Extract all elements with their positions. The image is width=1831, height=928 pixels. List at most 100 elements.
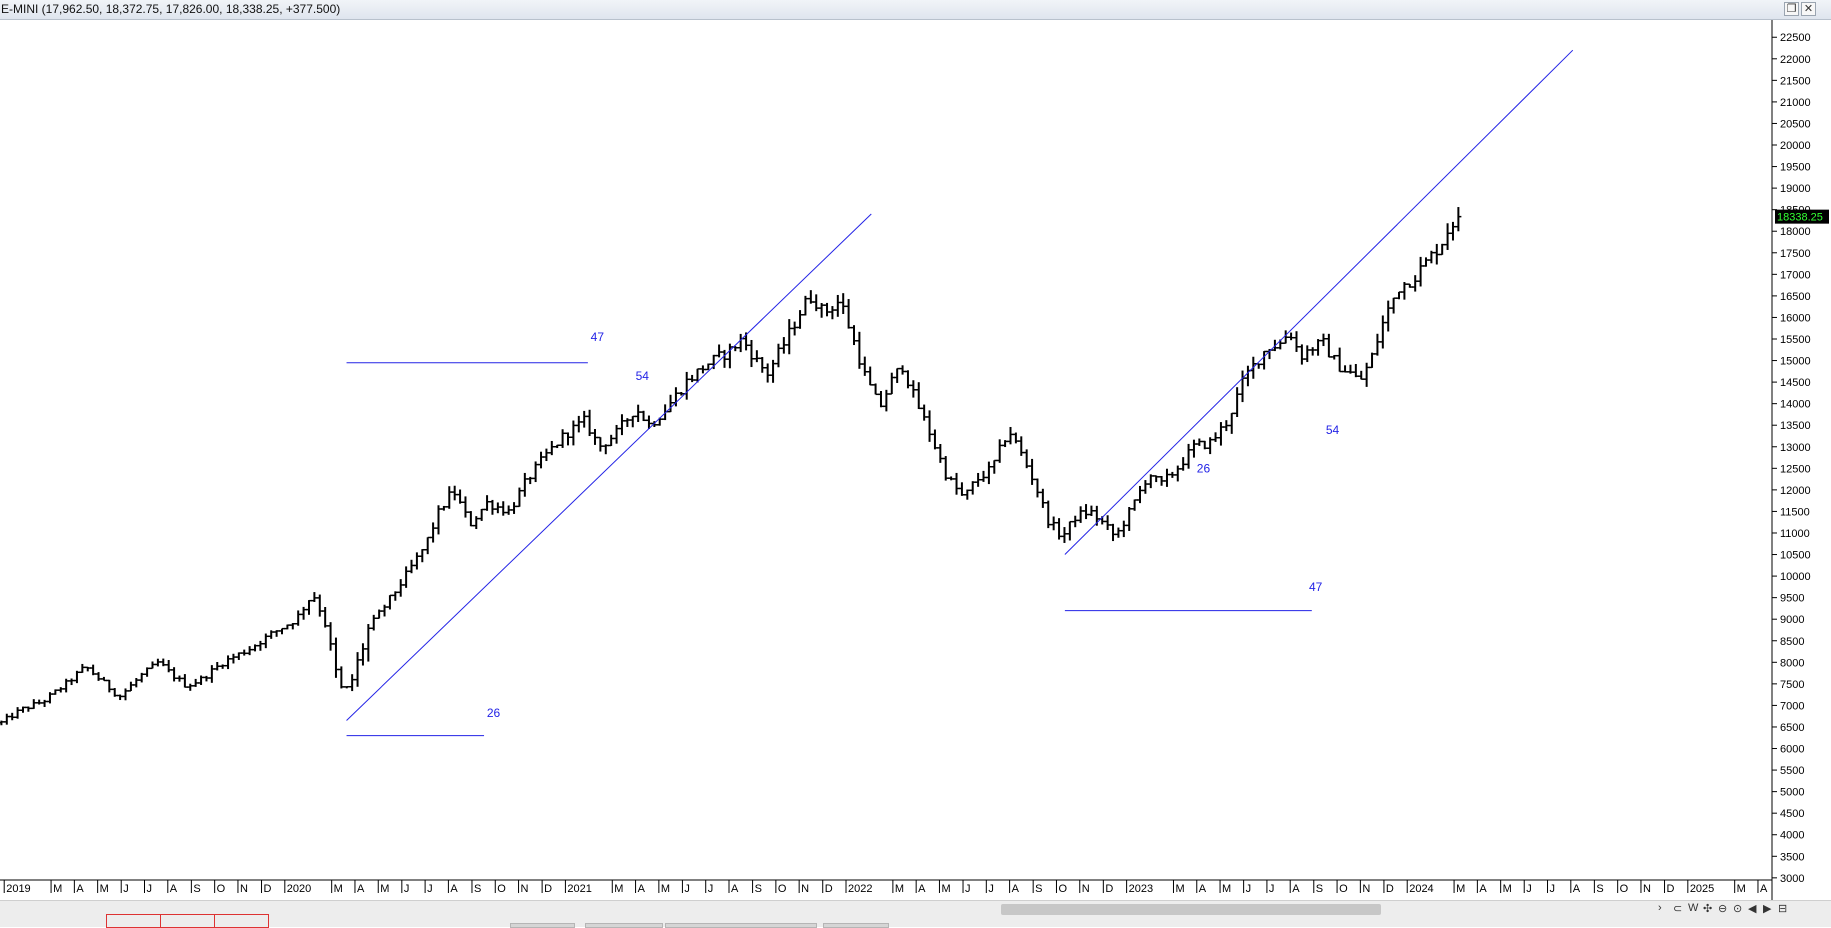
price-axis-label: 6500	[1780, 722, 1804, 734]
time-axis-label: D	[544, 883, 552, 895]
time-axis-label: A	[638, 883, 646, 895]
time-axis-label: M	[334, 883, 343, 895]
price-axis-label: 7500	[1780, 679, 1804, 691]
toolbar-tab-1[interactable]	[510, 923, 575, 928]
time-axis-label: M	[1456, 883, 1465, 895]
time-axis-label: 2023	[1129, 883, 1153, 895]
chart-nav-control[interactable]: ›	[1658, 902, 1662, 914]
time-axis-label: D	[264, 883, 272, 895]
price-axis-label: 5000	[1780, 787, 1804, 799]
price-chart[interactable]: 3000 3500 4000 4500 5000 5500 6000 6500 7000 7500…	[0, 20, 1831, 900]
price-axis-label: 16500	[1780, 291, 1811, 303]
sheet-tab-3[interactable]	[214, 914, 269, 928]
time-axis-label: S	[474, 883, 481, 895]
last-price-label: 18338.25	[1777, 212, 1823, 224]
time-axis-label: J	[988, 883, 994, 895]
toolbar-tab-4[interactable]	[823, 923, 889, 928]
time-axis-label: O	[1339, 883, 1348, 895]
price-axis-label: 22000	[1780, 54, 1811, 66]
price-axis-label: 11000	[1780, 528, 1810, 540]
price-axis-label: 20500	[1780, 118, 1811, 130]
toolbar-tab-2[interactable]	[585, 923, 663, 928]
chart-nav-control[interactable]: ⊖	[1718, 902, 1727, 915]
time-axis-label: 2025	[1690, 883, 1714, 895]
time-axis-label: M	[1175, 883, 1184, 895]
cycle-count-annotation: 26	[487, 706, 501, 720]
time-axis-label: J	[1526, 883, 1532, 895]
time-axis-label: J	[1246, 883, 1252, 895]
time-axis-label: D	[1667, 883, 1675, 895]
price-axis-label: 15000	[1780, 356, 1811, 368]
price-axis-label: 14000	[1780, 399, 1811, 411]
time-axis-label: J	[1269, 883, 1275, 895]
time-axis-label: O	[1058, 883, 1067, 895]
price-axis-label: 3500	[1780, 851, 1804, 863]
price-axis-label: 19500	[1780, 162, 1811, 174]
time-axis-label: A	[731, 883, 739, 895]
time-axis-label: N	[240, 883, 248, 895]
time-axis-label: 2024	[1409, 883, 1433, 895]
cycle-count-annotation: 54	[636, 369, 650, 383]
time-axis-label: A	[1479, 883, 1487, 895]
price-axis-label: 10500	[1780, 550, 1811, 562]
time-axis-label: D	[825, 883, 833, 895]
price-axis-label: 12000	[1780, 485, 1811, 497]
time-axis-label: S	[1596, 883, 1603, 895]
chart-nav-control[interactable]: ✣	[1703, 902, 1712, 915]
price-axis-label: 14500	[1780, 377, 1811, 389]
restore-window-button[interactable]: ❐	[1784, 2, 1799, 16]
chart-nav-control[interactable]: ⊟	[1778, 902, 1787, 915]
price-axis-label: 10000	[1780, 571, 1811, 583]
price-axis-label: 17500	[1780, 248, 1811, 260]
time-axis-label: A	[1199, 883, 1207, 895]
price-axis-label: 13000	[1780, 442, 1811, 454]
time-axis-label: J	[708, 883, 714, 895]
price-axis-label: 18000	[1780, 226, 1811, 238]
time-axis-label: 2021	[567, 883, 591, 895]
close-window-button[interactable]: ✕	[1801, 2, 1816, 16]
time-axis-label: 2022	[848, 883, 872, 895]
time-axis-label: 2020	[287, 883, 311, 895]
chart-footer: › ⊂ W ✣ ⊖ ⊙ ◀ ▶ ⊟	[0, 900, 1831, 928]
horizontal-scrollbar-thumb[interactable]	[1001, 904, 1381, 915]
time-axis-label: M	[614, 883, 623, 895]
price-axis-label: 4500	[1780, 808, 1804, 820]
price-axis-label: 8500	[1780, 636, 1804, 648]
price-axis-label: 5500	[1780, 765, 1804, 777]
time-axis-label: D	[1105, 883, 1113, 895]
price-axis-label: 19000	[1780, 183, 1811, 195]
cycle-count-annotation: 47	[591, 330, 605, 344]
chart-nav-control[interactable]: ⊙	[1733, 902, 1742, 915]
time-axis-label: N	[1362, 883, 1370, 895]
price-axis-label: 21500	[1780, 75, 1811, 87]
chart-nav-control[interactable]: ▶	[1763, 902, 1771, 915]
time-axis-label: N	[1082, 883, 1090, 895]
sheet-tab-2[interactable]	[160, 914, 215, 928]
time-axis-label: O	[217, 883, 226, 895]
price-axis-label: 21000	[1780, 97, 1811, 109]
time-axis-label: S	[1316, 883, 1323, 895]
time-axis-label: A	[1292, 883, 1300, 895]
time-axis-label: M	[941, 883, 950, 895]
cycle-count-annotation: 26	[1197, 462, 1211, 476]
price-axis-label: 15500	[1780, 334, 1811, 346]
price-axis-label: 13500	[1780, 420, 1811, 432]
time-axis-label: M	[100, 883, 109, 895]
chart-nav-control[interactable]: ⊂	[1673, 902, 1682, 915]
price-axis-label: 9500	[1780, 593, 1804, 605]
cycle-count-annotation: 54	[1326, 423, 1340, 437]
price-axis-label: 16000	[1780, 312, 1811, 324]
chart-nav-control[interactable]: W	[1688, 902, 1698, 914]
time-axis-label: J	[123, 883, 129, 895]
price-axis-label: 6000	[1780, 744, 1804, 756]
time-axis-label: A	[918, 883, 926, 895]
time-axis-label: J	[147, 883, 153, 895]
price-axis-label: 4000	[1780, 830, 1804, 842]
toolbar-tab-3[interactable]	[665, 923, 817, 928]
sheet-tab-1[interactable]	[106, 914, 161, 928]
time-axis-label: S	[755, 883, 762, 895]
time-axis-label: A	[170, 883, 178, 895]
time-axis-label: J	[427, 883, 433, 895]
time-axis-label: O	[778, 883, 787, 895]
chart-nav-control[interactable]: ◀	[1748, 902, 1756, 915]
